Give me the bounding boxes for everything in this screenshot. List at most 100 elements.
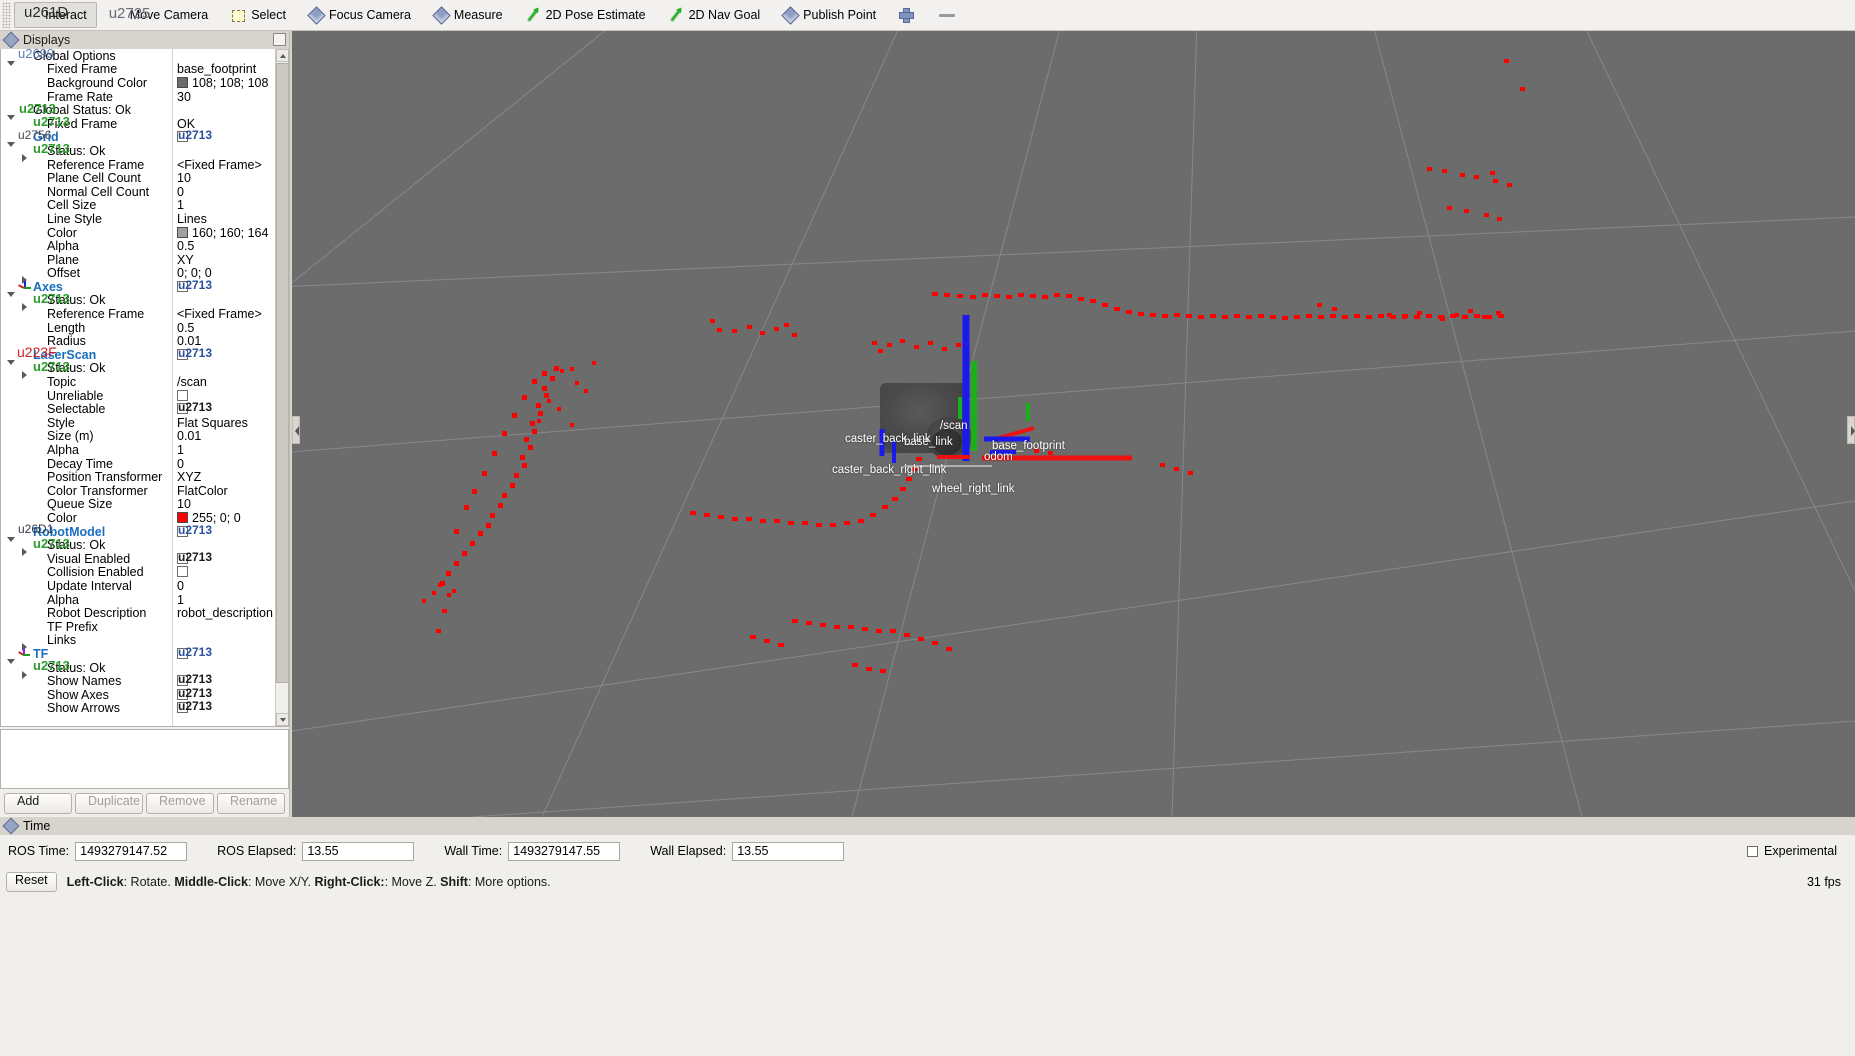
tree-row[interactable]: Background Color 108; 108; 108 (1, 76, 275, 90)
tree-row-checkbox[interactable] (177, 550, 212, 564)
tree-row[interactable]: Normal Cell Count 0 (1, 185, 275, 199)
tree-row[interactable]: Color Transformer FlatColor (1, 484, 275, 498)
tree-row[interactable]: Alpha 0.5 (1, 239, 275, 253)
toolbar-button-interact[interactable]: Interact (14, 2, 97, 28)
color-swatch[interactable] (177, 511, 188, 523)
add-button[interactable]: Add (4, 792, 72, 814)
tree-row[interactable]: Show Axes (1, 686, 275, 702)
tree-row[interactable]: Cell Size 1 (1, 198, 275, 212)
tree-row-value: XY (177, 252, 194, 267)
displays-tree[interactable]: Global OptionsFixed Framebase_footprintB… (1, 49, 275, 726)
tree-row[interactable]: Reference Frame <Fixed Frame> (1, 158, 275, 172)
tree-row-value[interactable] (177, 699, 212, 715)
ros-elapsed-input[interactable]: 13.55 (302, 841, 415, 861)
tree-row[interactable]: TF Prefix (1, 620, 275, 634)
displays-tree-scrollbar[interactable] (275, 49, 288, 726)
tree-row[interactable]: Size (m) 0.01 (1, 429, 275, 443)
scrollbar-down-arrow-icon[interactable] (276, 713, 288, 726)
tree-row[interactable]: Length 0.5 (1, 321, 275, 335)
tree-row-checkbox[interactable] (177, 346, 212, 360)
tree-row-value: robot_description (177, 606, 273, 621)
wall-time-input[interactable]: 1493279147.55 (508, 841, 621, 861)
tree-row-value[interactable] (177, 550, 212, 566)
color-swatch[interactable] (177, 76, 188, 88)
wall-elapsed-input[interactable]: 13.55 (732, 841, 845, 861)
tree-row[interactable]: Plane XY (1, 253, 275, 267)
viewport-collapse-left-handle[interactable] (292, 416, 300, 444)
scrollbar-up-arrow-icon[interactable] (276, 49, 288, 62)
tree-row[interactable]: Line Style Lines (1, 212, 275, 226)
tree-row[interactable]: Plane Cell Count 10 (1, 171, 275, 185)
tree-row[interactable]: Collision Enabled (1, 565, 275, 579)
tree-row-value[interactable] (177, 346, 212, 362)
toolbar-button-move-camera[interactable]: Move Camera (99, 2, 219, 28)
reset-button[interactable]: Reset (6, 872, 57, 892)
toolbar-drag-handle[interactable] (2, 2, 11, 28)
tree-row-checkbox[interactable] (177, 566, 188, 578)
tree-row-value[interactable] (177, 278, 212, 294)
experimental-option[interactable]: Experimental (1747, 844, 1847, 858)
tree-row-checkbox[interactable] (177, 278, 212, 292)
tree-row[interactable]: Color 160; 160; 164 (1, 226, 275, 240)
tree-row-checkbox[interactable] (177, 128, 212, 143)
tree-row-value[interactable] (177, 523, 212, 539)
toolbar-button-2d-pose-estimate[interactable]: 2D Pose Estimate (515, 2, 656, 28)
tree-row[interactable]: Fixed Frame base_footprint (1, 62, 275, 76)
experimental-checkbox[interactable] (1747, 845, 1759, 857)
ros-time-input[interactable]: 1493279147.52 (75, 841, 188, 861)
viewport-collapse-right-handle[interactable] (1847, 416, 1855, 444)
tree-row[interactable]: Alpha 1 (1, 593, 275, 607)
tree-row[interactable]: Offset 0; 0; 0 (1, 266, 275, 285)
tree-icon-placeholder (31, 675, 47, 688)
tree-row-checkbox[interactable] (177, 389, 188, 401)
tree-row-value[interactable] (177, 565, 188, 579)
tree-row[interactable]: Topic/scan (1, 375, 275, 389)
tree-row[interactable]: Unreliable (1, 389, 275, 403)
tree-row[interactable]: Global Options (1, 49, 275, 66)
tree-row[interactable]: Alpha 1 (1, 443, 275, 457)
tree-row-value[interactable] (177, 400, 212, 416)
toolbar-button-publish-point[interactable]: Publish Point (772, 2, 886, 28)
tree-row[interactable]: Status: Ok (1, 359, 275, 380)
render-viewport-3d[interactable]: base_link/scan caster_back_link caster_bac… (292, 31, 1855, 817)
tree-row-checkbox[interactable] (177, 699, 212, 714)
tree-row[interactable]: Links (1, 633, 275, 652)
displays-float-button[interactable] (273, 33, 286, 46)
color-swatch[interactable] (177, 226, 188, 238)
tree-row[interactable]: Reference Frame <Fixed Frame> (1, 307, 275, 321)
toolbar-button-add-tool[interactable] (888, 2, 924, 28)
tree-row[interactable]: Show Names (1, 672, 275, 689)
tree-row[interactable]: Robot Description robot_description (1, 606, 275, 620)
grid-icon (17, 128, 51, 144)
scrollbar-thumb[interactable] (276, 63, 288, 683)
tree-row[interactable]: Style Flat Squares (1, 416, 275, 430)
tree-row-label: Show Names (47, 674, 122, 689)
tree-row-value[interactable] (177, 645, 212, 661)
toolbar-button-2d-nav-goal[interactable]: 2D Nav Goal (658, 2, 771, 28)
tree-row-checkbox[interactable] (177, 672, 212, 687)
tree-row[interactable]: Status: Ok (1, 291, 275, 312)
tree-row[interactable]: Status: Ok (1, 658, 275, 679)
tree-row[interactable]: Selectable (1, 400, 275, 416)
tree-row[interactable]: Status: Ok (1, 141, 275, 162)
tree-row[interactable]: Queue Size 10 (1, 497, 275, 511)
tree-row[interactable]: Position Transformer XYZ (1, 470, 275, 484)
tree-row-checkbox[interactable] (177, 686, 212, 700)
toolbar-button-focus-camera[interactable]: Focus Camera (298, 2, 421, 28)
toolbar-button-measure[interactable]: Measure (423, 2, 513, 28)
tree-row-value: <Fixed Frame> (177, 157, 262, 172)
tree-row-checkbox[interactable] (177, 400, 212, 415)
tree-row-checkbox[interactable] (177, 523, 212, 537)
toolbar-button-select[interactable]: Select (220, 2, 296, 28)
tree-row-value: 1 (177, 592, 184, 607)
tree-row-label: Alpha (47, 592, 79, 607)
tree-row-checkbox[interactable] (177, 645, 212, 659)
toolbar-overflow-handle[interactable] (939, 13, 956, 17)
tree-row[interactable]: Update Interval 0 (1, 579, 275, 593)
tree-row[interactable]: Show Arrows (1, 699, 275, 715)
tree-row[interactable]: Status: Ok (1, 536, 275, 557)
tree-row-value: Lines (177, 211, 207, 226)
tree-row[interactable]: Decay Time 0 (1, 457, 275, 471)
tree-row-value[interactable] (177, 128, 212, 144)
tree-row[interactable]: Visual Enabled (1, 550, 275, 566)
